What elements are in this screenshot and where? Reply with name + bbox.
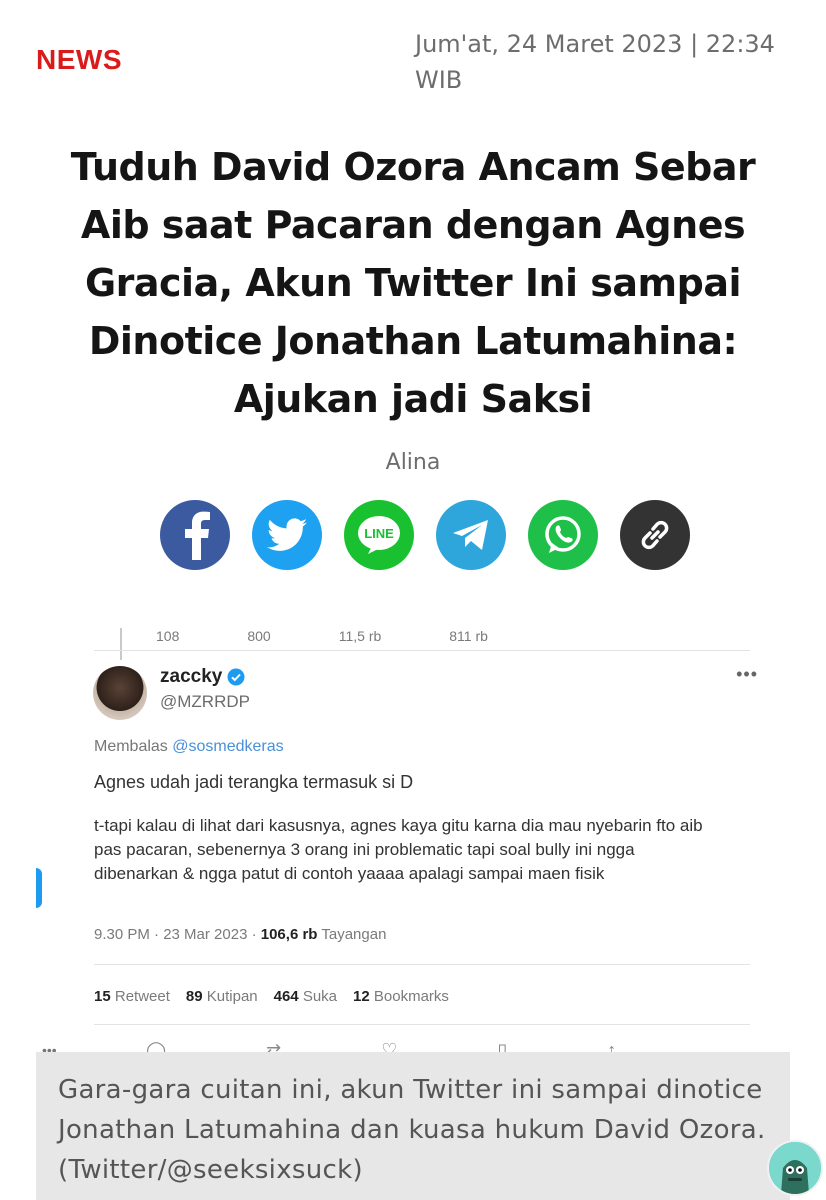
share-twitter-button[interactable] <box>252 500 322 570</box>
replying-prefix: Membalas <box>94 738 168 755</box>
caption-text: Gara-gara cuitan ini, akun Twitter ini s… <box>58 1075 766 1185</box>
image-caption: Gara-gara cuitan ini, akun Twitter ini s… <box>36 1052 790 1200</box>
link-icon <box>641 520 669 550</box>
tweet-actions: ◯ ⇄ ♡ ▯ ↑ <box>146 1040 616 1052</box>
publish-date: Jum'at, 24 Maret 2023 | 22:34 WIB <box>415 30 775 94</box>
display-name: zaccky <box>160 666 223 687</box>
tweet-text-line1: Agnes udah jadi terangka termasuk si D <box>94 772 414 792</box>
divider <box>94 650 750 651</box>
facebook-icon <box>185 511 210 560</box>
sidebar-edge <box>36 868 42 908</box>
prev-replies: 108 <box>156 628 180 644</box>
bookmark-label: Bookmarks <box>373 988 449 1005</box>
mascot-graphic <box>769 1142 821 1194</box>
quote-label: Kutipan <box>206 988 258 1005</box>
retweet-icon: ⇄ <box>266 1040 282 1052</box>
more-icon: ••• <box>736 664 758 684</box>
quote-count: 89 <box>185 988 203 1005</box>
tweet-handle: @MZRRDP <box>160 692 250 711</box>
tweet-views: 106,6 rb <box>260 926 318 943</box>
article-title: Tuduh David Ozora Ancam Sebar Aib saat P… <box>70 145 756 421</box>
copy-link-button[interactable] <box>620 500 690 570</box>
thread-line <box>120 628 122 660</box>
replying-mention: @sosmedkeras <box>172 738 284 755</box>
reply-icon: ◯ <box>146 1040 167 1052</box>
line-icon-text: LINE <box>364 526 394 541</box>
telegram-icon <box>453 520 488 550</box>
tweet-engagement: 15 Retweet 89 Kutipan 464 Suka 12 Bookma… <box>94 988 449 1005</box>
share-facebook-button[interactable] <box>160 500 230 570</box>
tweet-screenshot: 108 800 11,5 rb 811 rb zaccky @MZRRDP ••… <box>36 628 790 1052</box>
verified-icon <box>227 668 245 686</box>
like-label: Suka <box>302 988 338 1005</box>
more-icon: ••• <box>42 1042 57 1052</box>
whatsapp-icon <box>545 516 581 553</box>
bookmark-icon: ▯ <box>497 1040 508 1052</box>
tweet-time: 9.30 PM · 23 Mar 2023 · <box>94 926 257 943</box>
divider <box>94 964 750 965</box>
share-icon: ↑ <box>607 1040 617 1052</box>
retweet-label: Retweet <box>114 988 170 1005</box>
category-label[interactable]: NEWS <box>36 44 122 76</box>
replying-to: Membalas @sosmedkeras <box>94 738 284 756</box>
avatar <box>93 666 147 720</box>
tweet-text-body: t-tapi kalau di lihat dari kasusnya, agn… <box>94 816 703 883</box>
tweet-views-label: Tayangan <box>321 926 387 943</box>
share-line-button[interactable]: LINE <box>344 500 414 570</box>
mascot-icon[interactable] <box>767 1140 823 1196</box>
previous-tweet-stats: 108 800 11,5 rb 811 rb <box>156 628 488 644</box>
like-count: 464 <box>273 988 299 1005</box>
share-telegram-button[interactable] <box>436 500 506 570</box>
article-author[interactable]: Alina <box>0 450 826 475</box>
line-icon: LINE <box>358 516 400 554</box>
bookmark-count: 12 <box>353 988 370 1005</box>
tweet-meta: 9.30 PM · 23 Mar 2023 · 106,6 rb Tayanga… <box>94 926 386 943</box>
tweet-author: zaccky <box>160 666 245 688</box>
divider <box>94 1024 750 1025</box>
share-whatsapp-button[interactable] <box>528 500 598 570</box>
prev-views: 811 rb <box>449 628 488 644</box>
retweet-count: 15 <box>94 988 111 1005</box>
share-bar: LINE <box>160 500 690 570</box>
prev-retweets: 800 <box>247 628 271 644</box>
twitter-icon <box>267 518 307 551</box>
prev-likes: 11,5 rb <box>338 628 382 644</box>
like-icon: ♡ <box>381 1040 398 1052</box>
